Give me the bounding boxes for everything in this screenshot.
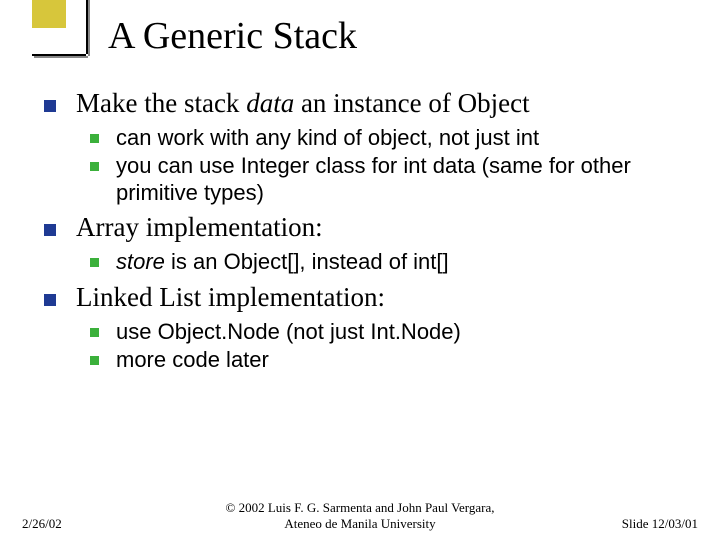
footer-slide-number: Slide 12/03/01 (590, 516, 720, 532)
footer-date: 2/26/02 (0, 516, 130, 532)
bullet-1: Make the stack data an instance of Objec… (44, 88, 698, 206)
bullet-2a-em: store (116, 249, 165, 274)
bullet-3-text: Linked List implementation: (76, 282, 385, 312)
sublist-2: store is an Object[], instead of int[] (76, 249, 698, 275)
sublist-3: use Object.Node (not just Int.Node) more… (76, 319, 698, 374)
bullet-1a: can work with any kind of object, not ju… (90, 125, 698, 151)
bullet-2: Array implementation: store is an Object… (44, 212, 698, 275)
title-vertical-rule (86, 0, 88, 54)
bullet-3a: use Object.Node (not just Int.Node) (90, 319, 698, 345)
bullet-2a: store is an Object[], instead of int[] (90, 249, 698, 275)
sublist-1: can work with any kind of object, not ju… (76, 125, 698, 206)
bullet-1b: you can use Integer class for int data (… (90, 153, 698, 206)
title-accent-box (32, 0, 66, 28)
bullet-2-text: Array implementation: (76, 212, 323, 242)
bullet-3b: more code later (90, 347, 698, 373)
bullet-2a-post: is an Object[], instead of int[] (165, 249, 449, 274)
slide: A Generic Stack Make the stack data an i… (0, 0, 720, 540)
bullet-1-pre: Make the stack (76, 88, 246, 118)
footer-copyright-line2: Ateneo de Manila University (284, 516, 435, 531)
bullet-3: Linked List implementation: use Object.N… (44, 282, 698, 374)
footer-copyright-line1: © 2002 Luis F. G. Sarmenta and John Paul… (225, 500, 494, 515)
title-horizontal-rule (32, 54, 86, 56)
bullet-1-post: an instance of Object (294, 88, 529, 118)
footer: 2/26/02 © 2002 Luis F. G. Sarmenta and J… (0, 500, 720, 533)
title-area: A Generic Stack (22, 12, 698, 58)
slide-body: Make the stack data an instance of Objec… (22, 76, 698, 373)
slide-title: A Generic Stack (88, 12, 698, 58)
footer-copyright: © 2002 Luis F. G. Sarmenta and John Paul… (130, 500, 590, 533)
bullet-list: Make the stack data an instance of Objec… (44, 88, 698, 373)
bullet-1-em: data (246, 88, 294, 118)
